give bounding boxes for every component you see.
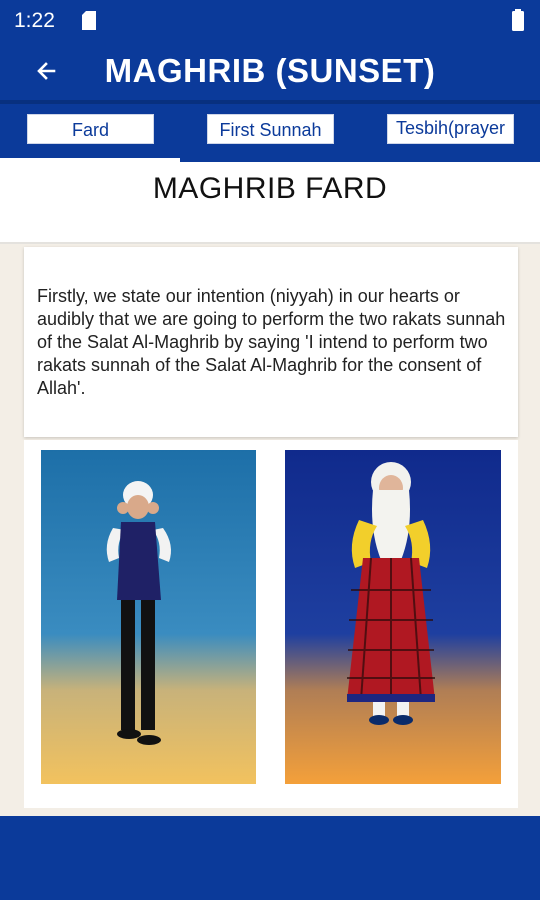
man-praying-illustration: [41, 450, 256, 784]
section-header: MAGHRIB FARD: [0, 162, 540, 244]
status-time: 1:22: [14, 9, 55, 32]
tab-first-sunnah[interactable]: First Sunnah: [207, 114, 334, 144]
bottom-bar: [0, 816, 540, 900]
tab-fard[interactable]: Fard: [27, 114, 154, 144]
images-card: [24, 440, 518, 800]
tab-tesbih[interactable]: Tesbih(prayer: [387, 114, 514, 144]
page-title: MAGHRIB (SUNSET): [104, 52, 436, 89]
next-card-edge: [24, 800, 518, 808]
battery-icon: [512, 9, 524, 31]
description-text: Firstly, we state our intention (niyyah)…: [37, 286, 506, 398]
section-title: MAGHRIB FARD: [152, 172, 388, 205]
sd-card-icon: [82, 11, 96, 30]
status-bar: 1:22: [0, 0, 540, 42]
app-bar: MAGHRIB (SUNSET): [0, 42, 540, 100]
girl-praying-illustration: [285, 450, 501, 784]
description-card: Firstly, we state our intention (niyyah)…: [24, 247, 518, 437]
tab-bar: Fard First Sunnah Tesbih(prayer: [0, 104, 540, 162]
